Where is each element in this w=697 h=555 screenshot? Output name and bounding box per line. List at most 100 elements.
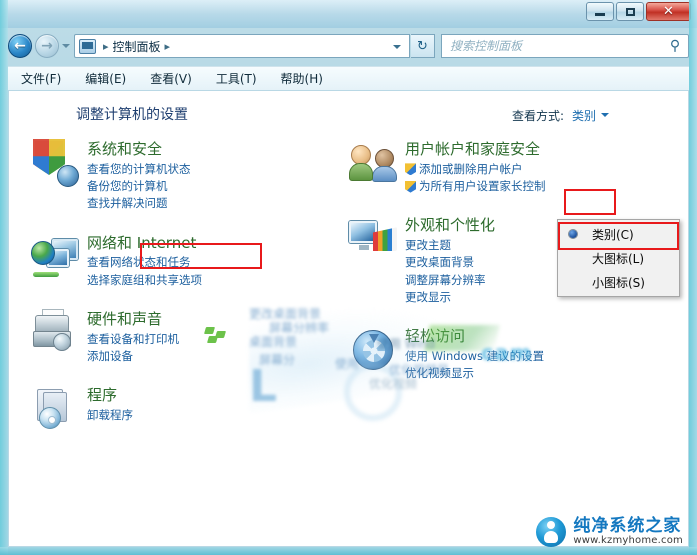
link-uninstall-program[interactable]: 卸载程序 — [87, 407, 133, 424]
minimize-button[interactable] — [586, 2, 614, 21]
menu-file[interactable]: 文件(F) — [18, 68, 64, 89]
recent-pages-chevron-down-icon[interactable] — [62, 44, 70, 48]
address-dropdown-chevron-down-icon[interactable] — [393, 45, 401, 49]
window-border-bottom — [0, 547, 697, 555]
link-label: 添加或删除用户帐户 — [419, 161, 523, 176]
search-input[interactable] — [442, 39, 662, 53]
link-change-theme[interactable]: 更改主题 — [405, 237, 495, 254]
link-label: 调整屏幕分辨率 — [405, 272, 486, 287]
appearance-icon — [349, 215, 397, 263]
view-by-option-category[interactable]: 类别(C) — [558, 222, 679, 246]
radio-selected-icon — [562, 230, 584, 238]
watermark-logo-icon — [536, 517, 567, 547]
maximize-icon — [625, 7, 635, 16]
programs-icon — [31, 385, 79, 433]
link-label: 查看您的计算机状态 — [87, 161, 191, 176]
link-homegroup-sharing-options[interactable]: 选择家庭组和共享选项 — [87, 272, 202, 289]
refresh-button[interactable]: ↻ — [411, 34, 435, 58]
menu-bar: 文件(F) 编辑(E) 查看(V) 工具(T) 帮助(H) — [8, 66, 689, 90]
category-title-network-and-internet[interactable]: 网络和 Internet — [87, 234, 202, 253]
link-label: 更改桌面背景 — [405, 255, 474, 270]
link-view-computer-status[interactable]: 查看您的计算机状态 — [87, 161, 191, 178]
watermark-text: 纯净系统之家 www.kzmyhome.com — [573, 515, 683, 546]
link-adjust-screen-resolution[interactable]: 调整屏幕分辨率 — [405, 272, 495, 289]
breadcrumb-control-panel[interactable]: 控制面板 — [113, 38, 161, 55]
menu-edit[interactable]: 编辑(E) — [82, 68, 129, 89]
view-by-option-large-icons[interactable]: 大图标(L) — [558, 246, 679, 270]
link-use-windows-suggested-settings[interactable]: 使用 Windows 建议的设置 — [405, 348, 544, 365]
view-by-dropdown-button[interactable]: 类别 — [568, 106, 612, 125]
window-controls: ✕ — [586, 2, 691, 21]
link-add-remove-user-accounts[interactable]: 添加或删除用户帐户 — [405, 161, 546, 178]
category-title-hardware-and-sound[interactable]: 硬件和声音 — [87, 310, 179, 329]
control-panel-icon — [79, 38, 96, 54]
breadcrumb-separator-icon: ▸ — [103, 39, 109, 53]
link-change-desktop-background[interactable]: 更改桌面背景 — [405, 254, 495, 271]
site-watermark: 纯净系统之家 www.kzmyhome.com — [536, 517, 683, 547]
uac-shield-2-icon — [405, 180, 416, 193]
search-box[interactable]: ⚲ — [441, 34, 689, 58]
category-title-ease-of-access[interactable]: 轻松访问 — [405, 327, 544, 346]
control-panel-window: ✕ ← → ▸ 控制面板 ▸ ↻ ⚲ 文件(F) 编辑(E) 查看(V — [0, 0, 697, 555]
link-find-and-fix-problems[interactable]: 查找并解决问题 — [87, 195, 191, 212]
close-icon: ✕ — [663, 4, 674, 19]
view-by-value: 类别 — [571, 109, 596, 123]
category-hardware-and-sound: 硬件和声音 查看设备和打印机 添加设备 — [31, 308, 331, 365]
link-label: 优化视频显示 — [405, 366, 474, 380]
link-add-device[interactable]: 添加设备 — [87, 348, 179, 365]
breadcrumb-separator-2-icon: ▸ — [164, 39, 171, 53]
shield-icon — [31, 139, 79, 187]
watermark-site-name: 纯净系统之家 — [573, 515, 682, 536]
forward-button[interactable]: → — [35, 34, 59, 58]
refresh-icon: ↻ — [417, 38, 428, 54]
category-title-programs[interactable]: 程序 — [87, 386, 133, 405]
address-bar[interactable]: ▸ 控制面板 ▸ — [74, 34, 410, 58]
link-change-display[interactable]: 更改显示 — [405, 289, 495, 306]
category-title-user-accounts[interactable]: 用户帐户和家庭安全 — [405, 140, 546, 159]
link-label: 查看设备和打印机 — [87, 331, 179, 346]
window-border-left — [0, 0, 8, 555]
link-label: 备份您的计算机 — [87, 179, 168, 193]
category-column-left: 系统和安全 查看您的计算机状态 备份您的计算机 查找并解决问题 网络和 Inte… — [31, 139, 331, 453]
category-network-and-internet: 网络和 Internet 查看网络状态和任务 选择家庭组和共享选项 — [31, 233, 331, 289]
link-backup-computer[interactable]: 备份您的计算机 — [87, 178, 191, 195]
link-optimize-visual-display[interactable]: 优化视频显示 — [405, 365, 544, 382]
close-button[interactable]: ✕ — [646, 2, 691, 21]
menu-tools[interactable]: 工具(T) — [213, 68, 260, 89]
watermark-site-url: www.kzmyhome.com — [573, 534, 683, 546]
maximize-button[interactable] — [616, 2, 644, 21]
category-ease-of-access: 轻松访问 使用 Windows 建议的设置 优化视频显示 — [349, 326, 649, 382]
minimize-icon — [595, 12, 605, 16]
uac-shield-icon — [405, 163, 416, 176]
address-bar-row: ← → ▸ 控制面板 ▸ ↻ ⚲ — [0, 28, 697, 64]
view-by-label: 查看方式: — [511, 109, 564, 123]
link-view-devices-and-printers[interactable]: 查看设备和打印机 — [87, 331, 179, 348]
menu-help[interactable]: 帮助(H) — [278, 68, 326, 89]
back-button[interactable]: ← — [8, 34, 32, 58]
link-label: 查找并解决问题 — [87, 196, 168, 211]
page-title: 调整计算机的设置 — [76, 107, 188, 123]
category-system-and-security: 系统和安全 查看您的计算机状态 备份您的计算机 查找并解决问题 — [31, 139, 331, 213]
category-user-accounts-and-family-safety: 用户帐户和家庭安全 添加或删除用户帐户 为所有用户设置家长控制 — [349, 139, 649, 195]
category-programs: 程序 卸载程序 — [31, 385, 331, 433]
link-label: 卸载程序 — [87, 407, 133, 422]
category-title-appearance[interactable]: 外观和个性化 — [405, 216, 495, 235]
ease-of-access-icon — [349, 326, 397, 374]
link-set-parental-controls[interactable]: 为所有用户设置家长控制 — [405, 178, 546, 195]
link-label: 选择家庭组和共享选项 — [87, 272, 202, 287]
link-label: 为所有用户设置家长控制 — [419, 179, 546, 193]
printer-icon — [31, 308, 79, 357]
users-icon — [349, 139, 397, 187]
category-title-system-and-security[interactable]: 系统和安全 — [87, 140, 191, 159]
link-label: 添加设备 — [87, 348, 133, 363]
menu-view[interactable]: 查看(V) — [147, 68, 195, 89]
content-pane: 调整计算机的设置 查看方式: 类别 类别(C) 大图标(L) 小图标(S) 系统… — [8, 90, 689, 547]
search-icon[interactable]: ⚲ — [662, 38, 688, 54]
view-by-option-small-icons[interactable]: 小图标(S) — [558, 270, 679, 294]
forward-arrow-icon: → — [41, 38, 53, 54]
view-by-option-category-label: 类别(C) — [592, 227, 634, 242]
view-by-option-small-icons-label: 小图标(S) — [592, 275, 645, 290]
link-view-network-status[interactable]: 查看网络状态和任务 — [87, 254, 202, 271]
network-globe-icon — [31, 233, 79, 281]
link-label: 更改主题 — [405, 238, 451, 252]
